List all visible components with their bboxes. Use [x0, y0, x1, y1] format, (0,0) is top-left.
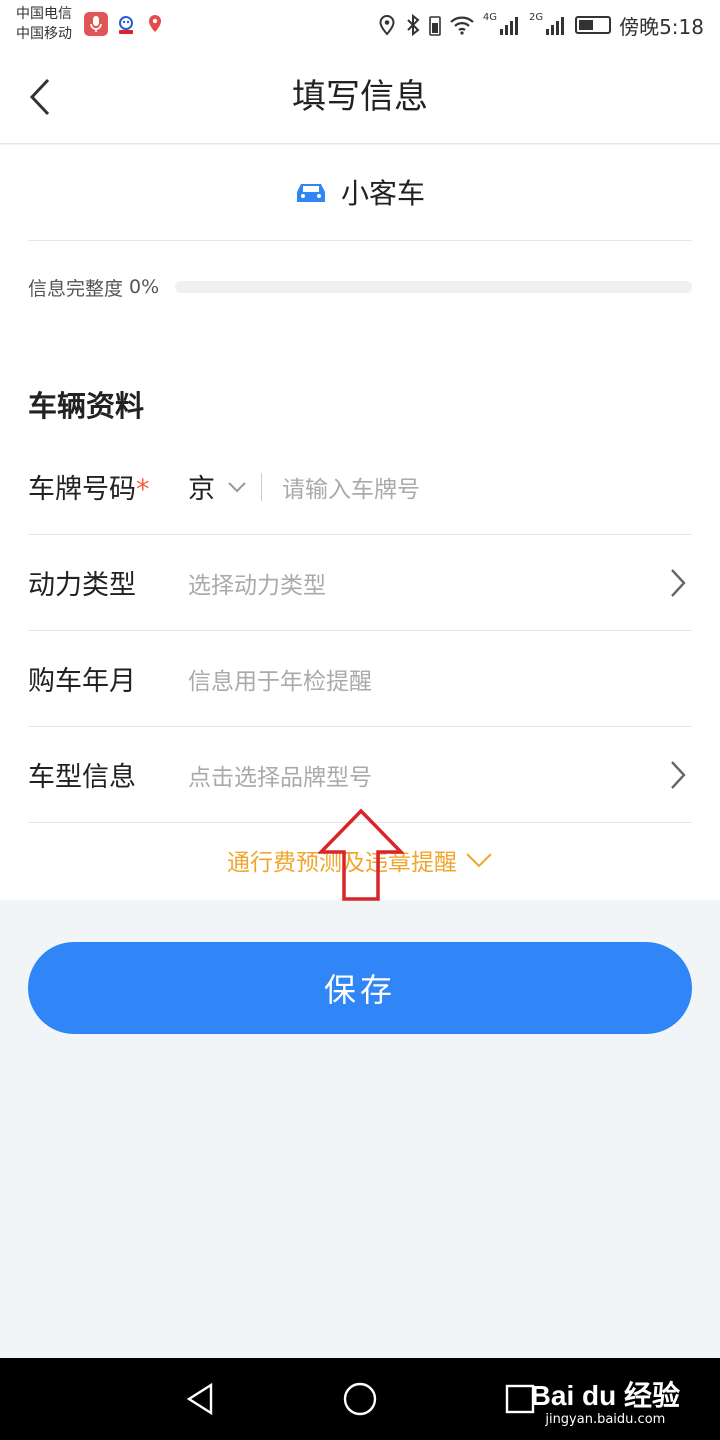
- more-options-toggle[interactable]: 通行费预测及违章提醒: [0, 840, 720, 880]
- progress-percent: 0%: [129, 276, 160, 298]
- wifi-icon: [450, 16, 474, 35]
- status-bar: 中国电信 中国移动 4G 2G 傍晚5:18: [0, 0, 720, 50]
- plate-label: 车牌号码*: [28, 467, 188, 506]
- signal-icon-2: [546, 17, 565, 35]
- plate-divider: [261, 472, 262, 501]
- plate-label-text: 车牌号码: [28, 474, 136, 505]
- map-pin-app-icon: [143, 12, 167, 36]
- vehicle-type[interactable]: 小客车: [0, 165, 720, 219]
- nav-back-button[interactable]: [177, 1376, 223, 1422]
- chevron-down-icon: [228, 481, 246, 492]
- network-type-2: 2G: [528, 11, 544, 23]
- divider: [28, 240, 692, 241]
- nav-home-button[interactable]: [337, 1376, 383, 1422]
- province-select[interactable]: 京: [188, 467, 247, 506]
- purchase-date-label: 购车年月: [28, 666, 136, 697]
- signal-icon: [499, 17, 518, 35]
- watermark-logo: Bai du 经验: [530, 1380, 680, 1411]
- mic-app-icon: [84, 12, 108, 36]
- form-card: 小客车 信息完整度 0% 车辆资料 车牌号码* 京 请输入车牌号 动力类型 选择…: [0, 145, 720, 900]
- model-row[interactable]: 车型信息 点击选择品牌型号: [28, 727, 692, 823]
- model-label: 车型信息: [28, 762, 136, 793]
- battery-icon: [575, 16, 612, 34]
- plate-input[interactable]: 请输入车牌号: [282, 470, 692, 504]
- baidu-watermark: Bai du 经验 jingyan.baidu.com: [531, 1374, 680, 1427]
- power-type-label: 动力类型: [28, 570, 136, 601]
- purchase-date-value: 信息用于年检提醒: [188, 668, 372, 695]
- info-progress: 信息完整度 0%: [28, 273, 692, 301]
- circle-home-icon: [343, 1382, 377, 1416]
- carrier-info: 中国电信 中国移动: [16, 4, 72, 44]
- page-title: 填写信息: [292, 77, 428, 117]
- bluetooth-icon: [407, 13, 420, 37]
- car-icon: [296, 184, 325, 202]
- carrier-1: 中国电信: [16, 6, 72, 22]
- pet-app-icon: [114, 12, 138, 36]
- power-type-row[interactable]: 动力类型 选择动力类型: [28, 535, 692, 631]
- more-options-label: 通行费预测及违章提醒: [227, 850, 457, 876]
- chevron-right-icon: [664, 755, 692, 795]
- province-value: 京: [188, 474, 215, 505]
- progress-label: 信息完整度: [28, 277, 124, 300]
- triangle-back-icon: [186, 1382, 213, 1416]
- purchase-date-row[interactable]: 购车年月 信息用于年检提醒: [28, 631, 692, 727]
- model-value: 点击选择品牌型号: [188, 764, 372, 791]
- status-icons: 4G 2G 傍晚5:18: [377, 8, 704, 42]
- carrier-2: 中国移动: [16, 26, 72, 42]
- plate-row: 车牌号码* 京 请输入车牌号: [28, 439, 692, 535]
- power-type-value: 选择动力类型: [188, 572, 326, 599]
- nav-bar: 填写信息: [0, 50, 720, 144]
- vehicle-type-label: 小客车: [340, 177, 425, 210]
- battery-small-icon: [429, 16, 441, 36]
- chevron-right-icon: [664, 563, 692, 603]
- watermark-url: jingyan.baidu.com: [545, 1412, 666, 1427]
- status-time: 傍晚5:18: [619, 14, 704, 39]
- system-nav-bar: Bai du 经验 jingyan.baidu.com: [0, 1358, 720, 1440]
- progress-track: [175, 281, 692, 293]
- required-mark: *: [136, 474, 150, 505]
- section-title: 车辆资料: [28, 389, 145, 423]
- chevron-down-icon: [466, 853, 492, 868]
- save-button[interactable]: 保存: [28, 942, 692, 1034]
- network-type-1: 4G: [482, 11, 497, 23]
- location-icon: [379, 14, 395, 36]
